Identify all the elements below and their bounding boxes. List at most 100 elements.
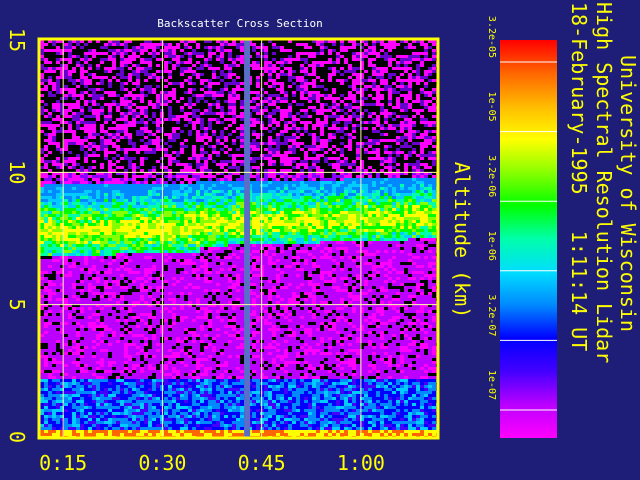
heatmap-cell — [292, 184, 296, 187]
heatmap-cell — [232, 118, 236, 121]
heatmap-cell — [192, 58, 196, 61]
heatmap-cell — [40, 73, 44, 76]
heatmap-cell — [116, 91, 120, 94]
heatmap-cell — [96, 46, 100, 49]
heatmap-cell — [332, 124, 336, 127]
heatmap-cell — [100, 43, 104, 46]
heatmap-cell — [324, 88, 328, 91]
heatmap-cell — [84, 133, 88, 136]
heatmap-cell — [76, 97, 80, 100]
heatmap-cell — [132, 175, 136, 178]
heatmap-cell — [332, 115, 336, 118]
heatmap-cell — [168, 130, 172, 133]
heatmap-cell — [276, 88, 280, 91]
heatmap-cell — [84, 100, 88, 103]
heatmap-cell — [48, 145, 52, 148]
heatmap-cell — [88, 76, 92, 79]
heatmap-cell — [196, 181, 200, 184]
heatmap-cell — [68, 154, 72, 157]
heatmap-cell — [424, 121, 428, 124]
heatmap-cell — [216, 175, 220, 178]
heatmap-cell — [68, 187, 72, 190]
heatmap-cell — [348, 100, 352, 103]
heatmap-cell — [120, 58, 124, 61]
heatmap-cell — [40, 136, 44, 139]
heatmap-cell — [100, 100, 104, 103]
heatmap-cell — [296, 130, 300, 133]
heatmap-cell — [124, 136, 128, 139]
heatmap-cell — [176, 106, 180, 109]
heatmap-cell — [172, 163, 176, 166]
heatmap-cell — [372, 145, 376, 148]
heatmap-cell — [88, 91, 92, 94]
heatmap-cell — [96, 91, 100, 94]
heatmap-cell — [232, 91, 236, 94]
heatmap-cell — [364, 61, 368, 64]
heatmap-cell — [204, 88, 208, 91]
heatmap-cell — [304, 178, 308, 181]
heatmap-cell — [88, 109, 92, 112]
heatmap-cell — [256, 106, 260, 109]
heatmap-cell — [296, 124, 300, 127]
heatmap-cell — [316, 136, 320, 139]
heatmap-cell — [256, 127, 260, 130]
heatmap-cell — [196, 70, 200, 73]
heatmap-cell — [304, 181, 308, 184]
heatmap-cell — [192, 82, 196, 85]
heatmap-cell — [132, 184, 136, 187]
heatmap-cell — [340, 175, 344, 178]
heatmap-cell — [408, 112, 412, 115]
heatmap-cell — [320, 115, 324, 118]
heatmap-cell — [204, 118, 208, 121]
heatmap-cell — [404, 58, 408, 61]
heatmap-cell — [40, 76, 44, 79]
heatmap-cell — [232, 181, 236, 184]
heatmap-cell — [380, 73, 384, 76]
heatmap-cell — [168, 151, 172, 154]
heatmap-cell — [328, 73, 332, 76]
heatmap-cell — [136, 58, 140, 61]
heatmap-cell — [236, 67, 240, 70]
heatmap-cell — [396, 187, 400, 190]
heatmap-cell — [372, 97, 376, 100]
heatmap-cell — [224, 166, 228, 169]
heatmap-cell — [400, 100, 404, 103]
heatmap-cell — [148, 67, 152, 70]
heatmap-cell — [104, 94, 108, 97]
heatmap-cell — [388, 184, 392, 187]
heatmap-cell — [348, 49, 352, 52]
heatmap-cell — [428, 160, 432, 163]
heatmap-cell — [88, 145, 92, 148]
heatmap-cell — [144, 61, 148, 64]
heatmap-cell — [240, 178, 244, 181]
heatmap-cell — [300, 88, 304, 91]
heatmap-cell — [388, 52, 392, 55]
heatmap-cell — [308, 145, 312, 148]
heatmap-cell — [304, 187, 308, 190]
heatmap-cell — [204, 112, 208, 115]
heatmap-cell — [48, 151, 52, 154]
heatmap-cell — [176, 169, 180, 172]
heatmap-cell — [184, 118, 188, 121]
heatmap-cell — [428, 148, 432, 151]
heatmap-cell — [84, 91, 88, 94]
heatmap-cell — [208, 145, 212, 148]
heatmap-cell — [432, 154, 436, 157]
heatmap-cell — [44, 97, 48, 100]
heatmap-cell — [104, 100, 108, 103]
heatmap-cell — [48, 46, 52, 49]
heatmap-cell — [344, 124, 348, 127]
heatmap-cell — [220, 103, 224, 106]
heatmap-cell — [92, 85, 96, 88]
heatmap-cell — [148, 109, 152, 112]
heatmap-cell — [424, 181, 428, 184]
heatmap-cell — [252, 151, 256, 154]
heatmap-cell — [48, 106, 52, 109]
heatmap-cell — [264, 130, 268, 133]
heatmap-cell — [52, 166, 56, 169]
heatmap-cell — [48, 109, 52, 112]
heatmap-cell — [236, 88, 240, 91]
heatmap-cell — [144, 175, 148, 178]
heatmap-cell — [284, 184, 288, 187]
heatmap-cell — [164, 139, 168, 142]
